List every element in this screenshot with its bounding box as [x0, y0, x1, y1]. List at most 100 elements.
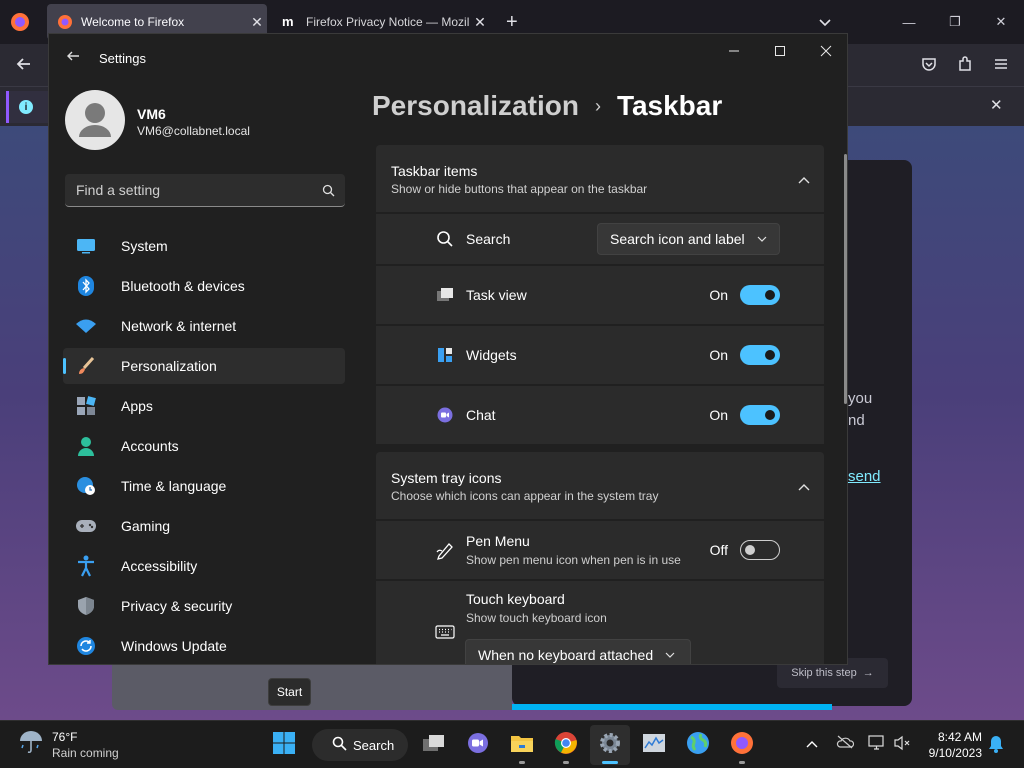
apps-icon [75, 395, 97, 417]
sidebar-item-system[interactable]: System [63, 228, 345, 264]
sidebar-item-accessibility[interactable]: Accessibility [63, 548, 345, 584]
maximize-icon[interactable] [757, 34, 803, 68]
mozilla-favicon-icon: m [282, 14, 294, 29]
weather-widget[interactable]: 76°F Rain coming [18, 729, 119, 760]
avatar[interactable] [65, 90, 125, 150]
close-tab-icon[interactable]: ✕ [247, 14, 267, 31]
page-title: Taskbar [616, 90, 723, 121]
close-icon[interactable]: ✕ [978, 0, 1024, 44]
minimize-icon[interactable]: — [886, 0, 932, 44]
toggle-state-text: On [709, 287, 728, 303]
sidebar-item-windows-update[interactable]: Windows Update [63, 628, 345, 664]
sidebar-item-personalization[interactable]: Personalization [63, 348, 345, 384]
sidebar-item-accounts[interactable]: Accounts [63, 428, 345, 464]
sidebar-item-privacy-security[interactable]: Privacy & security [63, 588, 345, 624]
back-arrow-icon[interactable] [65, 48, 81, 69]
profile-name: VM6 [137, 106, 166, 122]
sidebar-item-label: Accessibility [121, 558, 198, 574]
network-icon[interactable] [868, 735, 886, 751]
wifi-icon [75, 315, 97, 337]
hamburger-menu-icon[interactable] [992, 55, 1010, 78]
settings-app-button[interactable] [590, 725, 630, 765]
active-indicator [602, 761, 618, 764]
globe-clock-icon [75, 475, 97, 497]
group-title: Taskbar items [391, 163, 478, 179]
widgets-label: Widgets [466, 347, 517, 363]
bluetooth-icon [75, 275, 97, 297]
breadcrumb-parent[interactable]: Personalization [372, 90, 579, 122]
tab-title: Firefox Privacy Notice — Mozill [306, 15, 470, 29]
pen-menu-setting-row: Pen Menu Show pen menu icon when pen is … [376, 521, 824, 579]
arrow-right-icon: → [862, 667, 874, 679]
sidebar-item-gaming[interactable]: Gaming [63, 508, 345, 544]
search-mode-dropdown[interactable]: Search icon and label [597, 223, 780, 255]
onedrive-offline-icon[interactable] [836, 735, 854, 749]
sidebar-item-label: Personalization [121, 358, 217, 374]
sidebar-item-apps[interactable]: Apps [63, 388, 345, 424]
close-icon[interactable] [803, 34, 847, 68]
task-view-toggle[interactable] [740, 285, 780, 305]
firefox-icon [730, 731, 754, 760]
minimize-icon[interactable] [711, 34, 757, 68]
back-arrow-icon[interactable] [14, 54, 34, 79]
system-tray-icons-header[interactable]: System tray icons Choose which icons can… [376, 452, 824, 519]
notification-bell-icon[interactable] [988, 735, 1004, 753]
chat-app-button[interactable] [458, 725, 498, 765]
search-input[interactable]: Find a setting [65, 174, 345, 207]
chat-toggle[interactable] [740, 405, 780, 425]
volume-muted-icon[interactable] [894, 735, 912, 751]
teams-chat-icon [467, 732, 489, 759]
globe-app-button[interactable] [678, 725, 718, 765]
new-tab-button[interactable]: + [506, 11, 518, 34]
resource-monitor-button[interactable] [634, 725, 674, 765]
task-view-button[interactable] [414, 725, 454, 765]
dropdown-value: When no keyboard attached [478, 647, 654, 663]
onboarding-link[interactable]: send [848, 468, 881, 485]
windows-taskbar: 76°F Rain coming Search 8:42 AM 9/10/202… [0, 720, 1024, 768]
widgets-setting-row: Widgets On [376, 326, 824, 384]
firefox-favicon-icon [57, 14, 73, 30]
show-hidden-icons-button[interactable] [806, 735, 818, 753]
gear-icon [598, 731, 622, 760]
notification-strip: i [6, 91, 48, 123]
taskbar-items-header[interactable]: Taskbar items Show or hide buttons that … [376, 145, 824, 212]
touch-keyboard-dropdown[interactable]: When no keyboard attached [465, 639, 691, 664]
touch-keyboard-description: Show touch keyboard icon [466, 611, 607, 625]
weather-temperature: 76°F [52, 729, 78, 744]
sidebar-item-label: Time & language [121, 478, 227, 494]
sidebar-item-network-internet[interactable]: Network & internet [63, 308, 345, 344]
firefox-button[interactable] [722, 725, 762, 765]
chat-icon [434, 404, 456, 426]
pen-menu-label: Pen Menu [466, 533, 530, 549]
chevron-up-icon[interactable] [798, 478, 810, 496]
settings-content-pane: Taskbar items Show or hide buttons that … [376, 145, 824, 664]
file-explorer-button[interactable] [502, 725, 542, 765]
sidebar-item-time-language[interactable]: Time & language [63, 468, 345, 504]
chevron-up-icon[interactable] [798, 171, 810, 189]
pocket-icon[interactable] [920, 55, 938, 78]
taskbar-search-button[interactable]: Search [312, 729, 408, 761]
pen-menu-toggle[interactable] [740, 540, 780, 560]
content-scrollbar[interactable] [844, 154, 847, 404]
close-tab-icon[interactable]: ✕ [470, 14, 490, 31]
chat-setting-row: Chat On [376, 386, 824, 444]
touch-keyboard-label: Touch keyboard [466, 591, 565, 607]
settings-nav: System Bluetooth & devices Network & int… [63, 228, 345, 664]
chrome-button[interactable] [546, 725, 586, 765]
clock-time: 8:42 AM [937, 730, 982, 744]
clock-date: 9/10/2023 [928, 746, 982, 760]
sidebar-item-label: Accounts [121, 438, 179, 454]
task-view-label: Task view [466, 287, 527, 303]
search-icon [332, 736, 347, 754]
toggle-state-text: Off [709, 542, 728, 558]
list-all-tabs-icon[interactable] [817, 14, 833, 35]
restore-icon[interactable]: ❐ [932, 0, 978, 44]
search-icon [434, 228, 456, 250]
dismiss-notification-icon[interactable]: ✕ [990, 96, 1003, 114]
extensions-icon[interactable] [956, 55, 974, 78]
start-button[interactable] [264, 725, 304, 765]
sidebar-item-bluetooth-devices[interactable]: Bluetooth & devices [63, 268, 345, 304]
widgets-toggle[interactable] [740, 345, 780, 365]
settings-window: Settings VM6 VM6@collabnet.local Find a … [48, 33, 848, 665]
system-clock[interactable]: 8:42 AM 9/10/2023 [924, 729, 982, 761]
